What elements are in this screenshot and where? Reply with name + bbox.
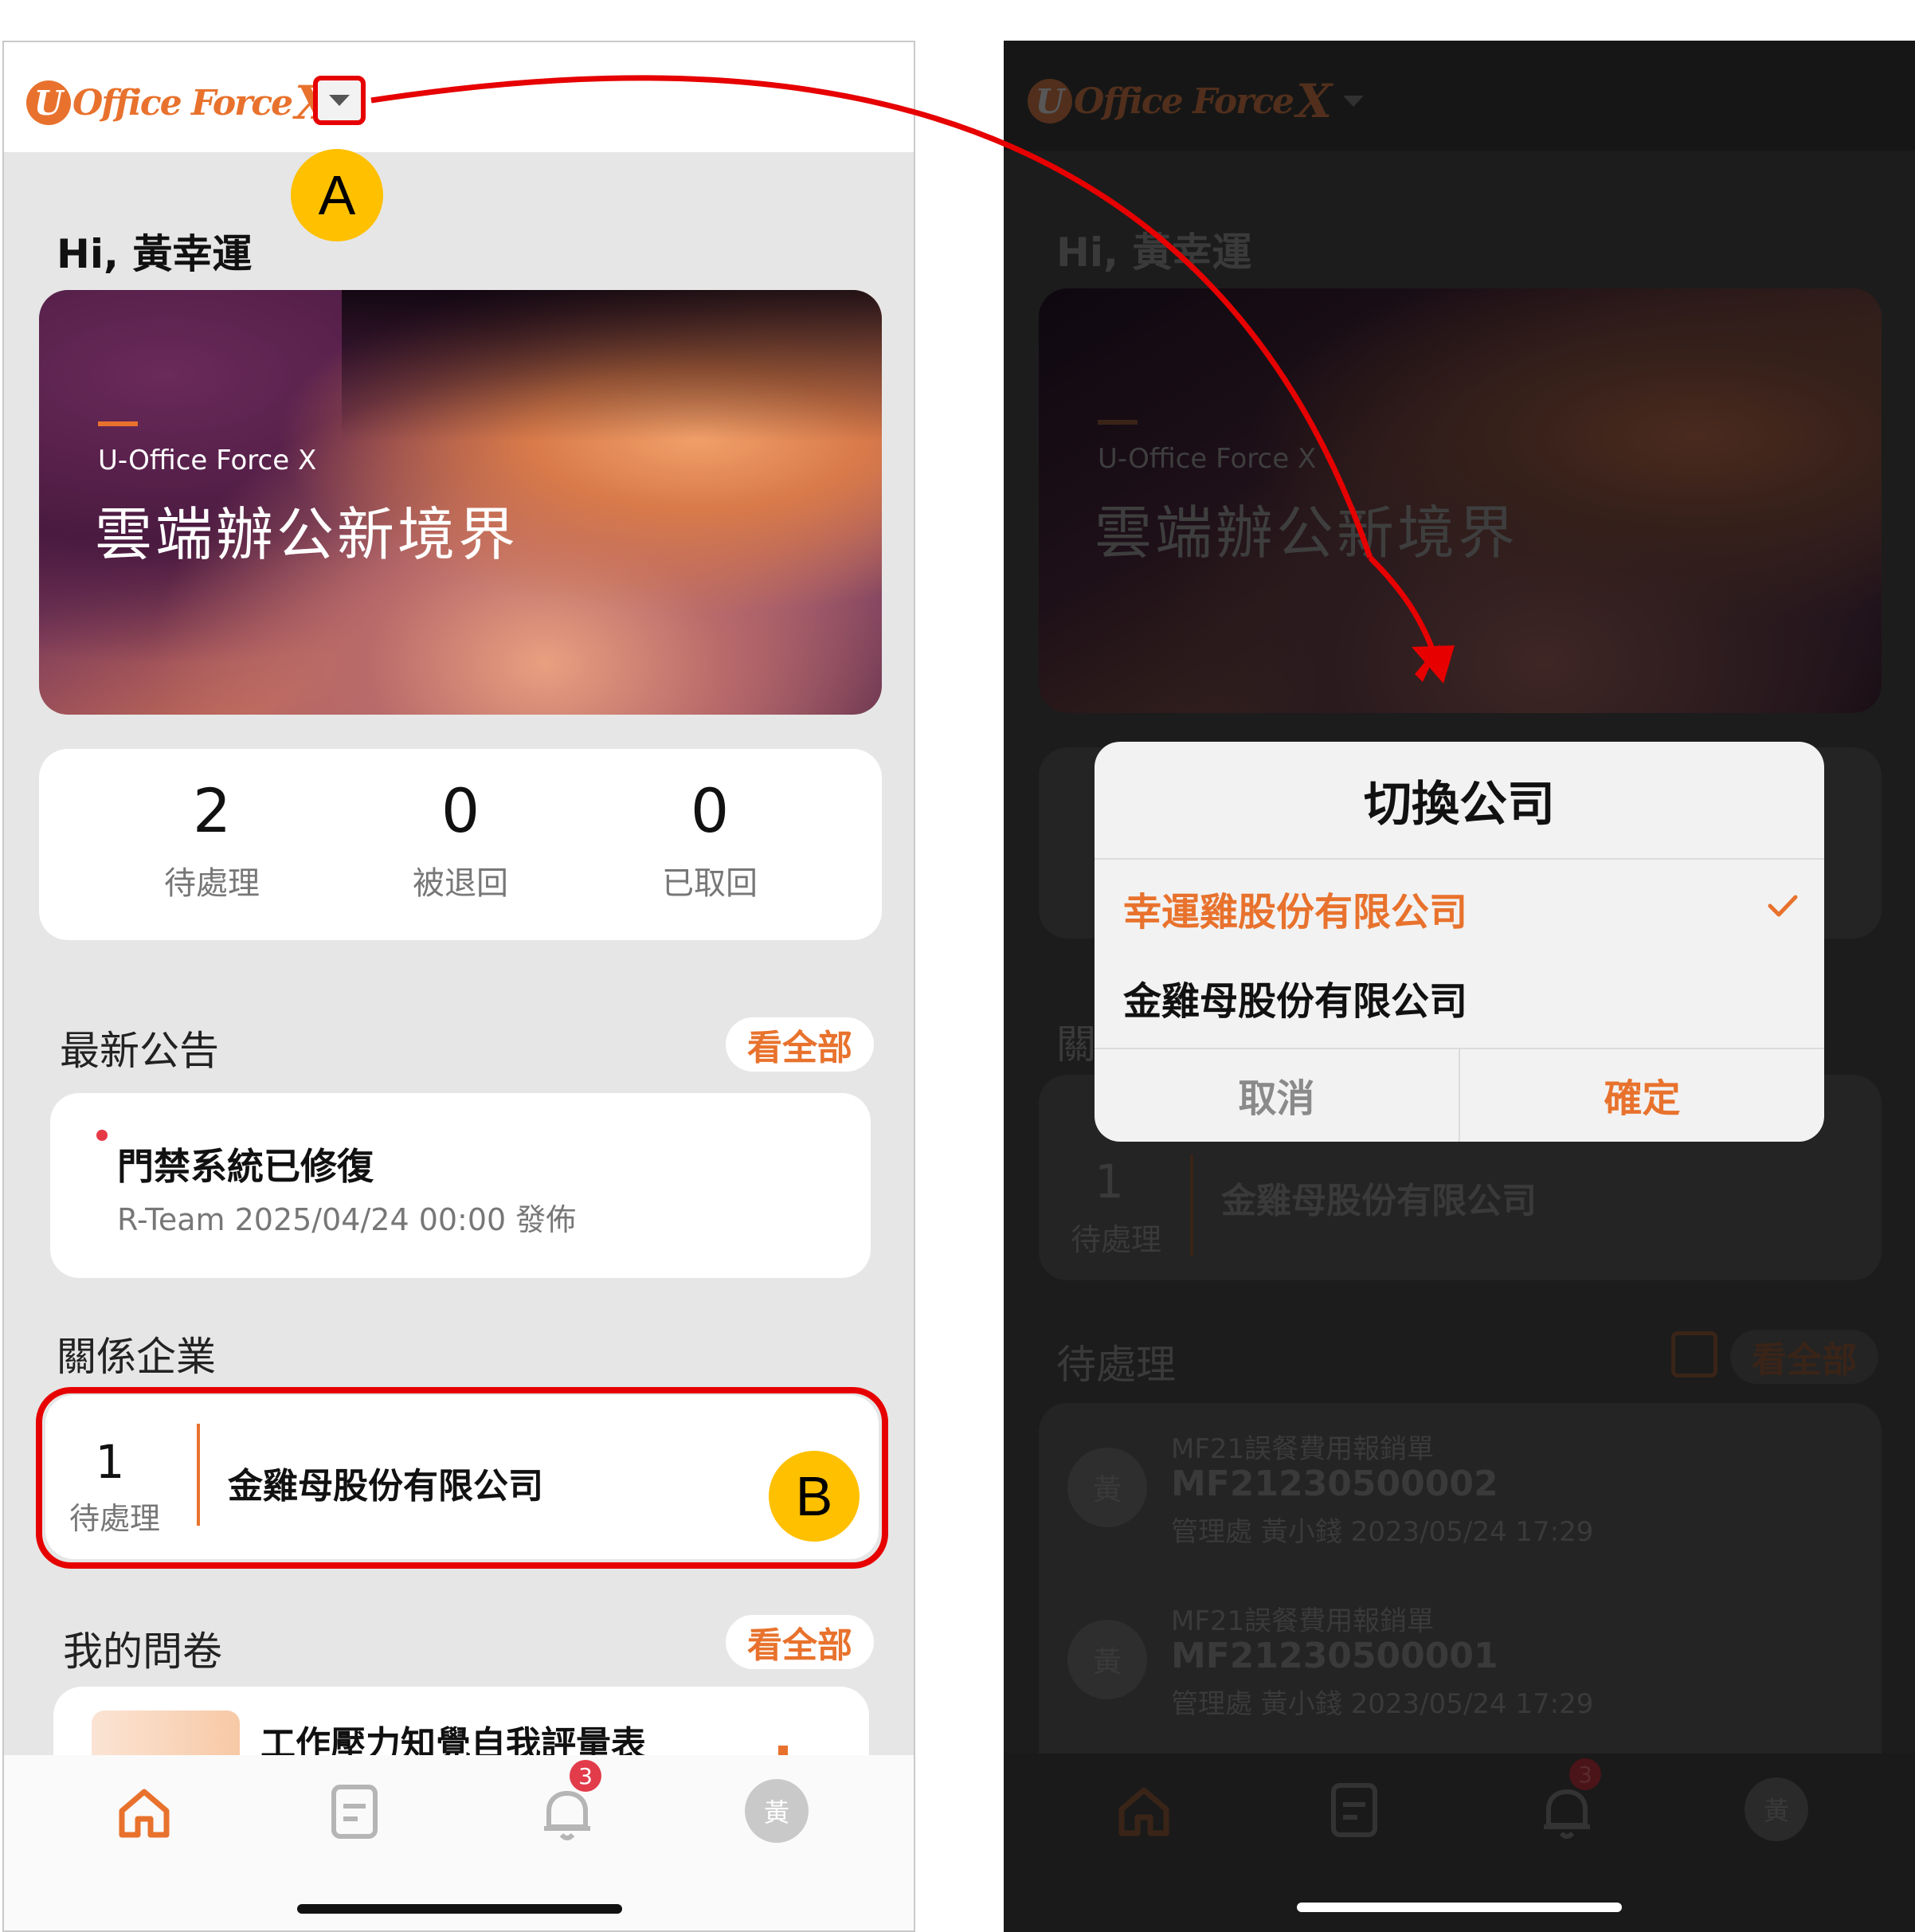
avatar: 黃 xyxy=(1067,1620,1147,1699)
left-phone-screen: U Office Force X A Hi, 黃幸運 U-Office Forc… xyxy=(2,41,915,1932)
unread-dot-icon xyxy=(96,1130,108,1141)
bell-icon[interactable] xyxy=(539,1784,595,1843)
notification-count-badge: 3 xyxy=(1569,1758,1601,1790)
stat-value: 2 xyxy=(192,775,232,846)
greeting: Hi, 黃幸運 xyxy=(57,231,253,277)
stat-label: 待處理 xyxy=(164,865,260,902)
hero-banner: U-Office Force X 雲端辦公新境界 xyxy=(1039,288,1882,713)
stat-pending[interactable]: 2 待處理 xyxy=(92,781,331,903)
announcement-meta: R-Team 2025/04/24 00:00 發佈 xyxy=(117,1202,577,1237)
app-logo: U Office Force X xyxy=(26,71,331,135)
related-companies-title: 關係企業 xyxy=(57,1334,216,1380)
announcements-title: 最新公告 xyxy=(60,1028,219,1074)
company-option[interactable]: 金雞母股份有限公司 xyxy=(1095,952,1824,1044)
cancel-button[interactable]: 取消 xyxy=(1095,1049,1459,1140)
pending-view-all-button: 看全部 xyxy=(1730,1330,1878,1384)
chevron-down-icon xyxy=(1343,96,1365,107)
announcement-title: 門禁系統已修復 xyxy=(117,1145,374,1188)
survey-status-icon xyxy=(778,1746,788,1755)
logo-x-mark: X xyxy=(1296,74,1333,128)
logo-wordmark: Office Force xyxy=(1074,80,1294,122)
announcement-item[interactable]: 門禁系統已修復 R-Team 2025/04/24 00:00 發佈 xyxy=(50,1093,871,1278)
stat-label: 被退回 xyxy=(413,865,508,902)
banner-shadow xyxy=(342,290,882,441)
document-icon xyxy=(1331,1783,1377,1837)
logo-u-mark: U xyxy=(1028,79,1072,123)
callout-a: A xyxy=(291,149,383,241)
document-icon[interactable] xyxy=(329,1782,380,1843)
pending-item-id: MF21230500002 xyxy=(1171,1464,1498,1504)
stat-label: 已取回 xyxy=(662,865,758,902)
stat-value: 0 xyxy=(690,775,730,846)
greeting: Hi, 黃幸運 xyxy=(1056,229,1252,276)
announcements-view-all-button[interactable]: 看全部 xyxy=(726,1017,874,1072)
stats-card: 2 待處理 0 被退回 0 已取回 xyxy=(39,749,882,940)
banner-title: 雲端辦公新境界 xyxy=(95,501,519,568)
company-switch-dropdown[interactable] xyxy=(313,76,366,125)
divider xyxy=(1190,1154,1193,1256)
notification-count-badge: 3 xyxy=(570,1760,601,1792)
stat-value: 0 xyxy=(441,775,480,846)
avatar: 黃 xyxy=(1067,1448,1147,1527)
switch-company-dialog: 切換公司 幸運雞股份有限公司 金雞母股份有限公司 取消 確定 xyxy=(1095,742,1824,1142)
survey-title: 我的問卷 xyxy=(63,1628,222,1675)
highlight-box-b xyxy=(36,1387,888,1569)
related-company-name: 金雞母股份有限公司 xyxy=(1221,1181,1537,1221)
right-phone-screen: U Office Force X Hi, 黃幸運 U-Office Force … xyxy=(1004,41,1915,1932)
pending-item-id: MF21230500001 xyxy=(1171,1636,1498,1676)
banner-title: 雲端辦公新境界 xyxy=(1095,500,1519,566)
avatar: 黃 xyxy=(1745,1777,1808,1841)
pending-item-meta: 管理處 黃小錢 2023/05/24 17:29 xyxy=(1171,1688,1594,1720)
bell-icon xyxy=(1544,1789,1590,1839)
banner-accent-line xyxy=(98,421,138,426)
company-option-label: 金雞母股份有限公司 xyxy=(1123,979,1468,1024)
checkmark-icon xyxy=(1768,895,1798,917)
confirm-button[interactable]: 確定 xyxy=(1460,1049,1824,1140)
related-companies-title: 關 xyxy=(1056,1021,1096,1068)
avatar[interactable]: 黃 xyxy=(745,1779,809,1843)
pending-title: 待處理 xyxy=(1056,1342,1176,1388)
pending-item-meta: 管理處 黃小錢 2023/05/24 17:29 xyxy=(1171,1516,1594,1548)
home-icon xyxy=(1118,1787,1169,1836)
batch-approve-icon xyxy=(1671,1331,1717,1377)
callout-b: B xyxy=(769,1451,860,1542)
banner-subtitle: U-Office Force X xyxy=(98,445,317,476)
related-pending-count: 1 xyxy=(1095,1154,1124,1209)
logo-u-mark: U xyxy=(26,80,71,125)
home-indicator xyxy=(1297,1903,1622,1912)
home-icon[interactable] xyxy=(116,1784,173,1841)
stat-retrieved[interactable]: 0 已取回 xyxy=(590,781,829,903)
related-pending-label: 待處理 xyxy=(1071,1222,1162,1257)
pending-list: 黃 MF21誤餐費用報銷單 MF21230500002 管理處 黃小錢 2023… xyxy=(1039,1403,1882,1785)
pending-item-type: MF21誤餐費用報銷單 xyxy=(1171,1433,1435,1465)
survey-view-all-button[interactable]: 看全部 xyxy=(726,1615,874,1669)
hero-banner[interactable]: U-Office Force X 雲端辦公新境界 xyxy=(39,290,882,715)
app-logo: U Office Force X xyxy=(1028,69,1365,133)
company-option-selected[interactable]: 幸運雞股份有限公司 xyxy=(1095,860,1824,952)
banner-accent-line xyxy=(1098,420,1138,425)
home-indicator xyxy=(297,1904,622,1914)
company-option-label: 幸運雞股份有限公司 xyxy=(1123,890,1468,935)
dialog-title: 切換公司 xyxy=(1364,776,1555,833)
logo-wordmark: Office Force xyxy=(72,82,293,123)
chevron-down-icon xyxy=(329,95,350,106)
pending-item-type: MF21誤餐費用報銷單 xyxy=(1171,1605,1435,1637)
banner-subtitle: U-Office Force X xyxy=(1098,443,1317,475)
stat-returned[interactable]: 0 被退回 xyxy=(341,781,580,903)
